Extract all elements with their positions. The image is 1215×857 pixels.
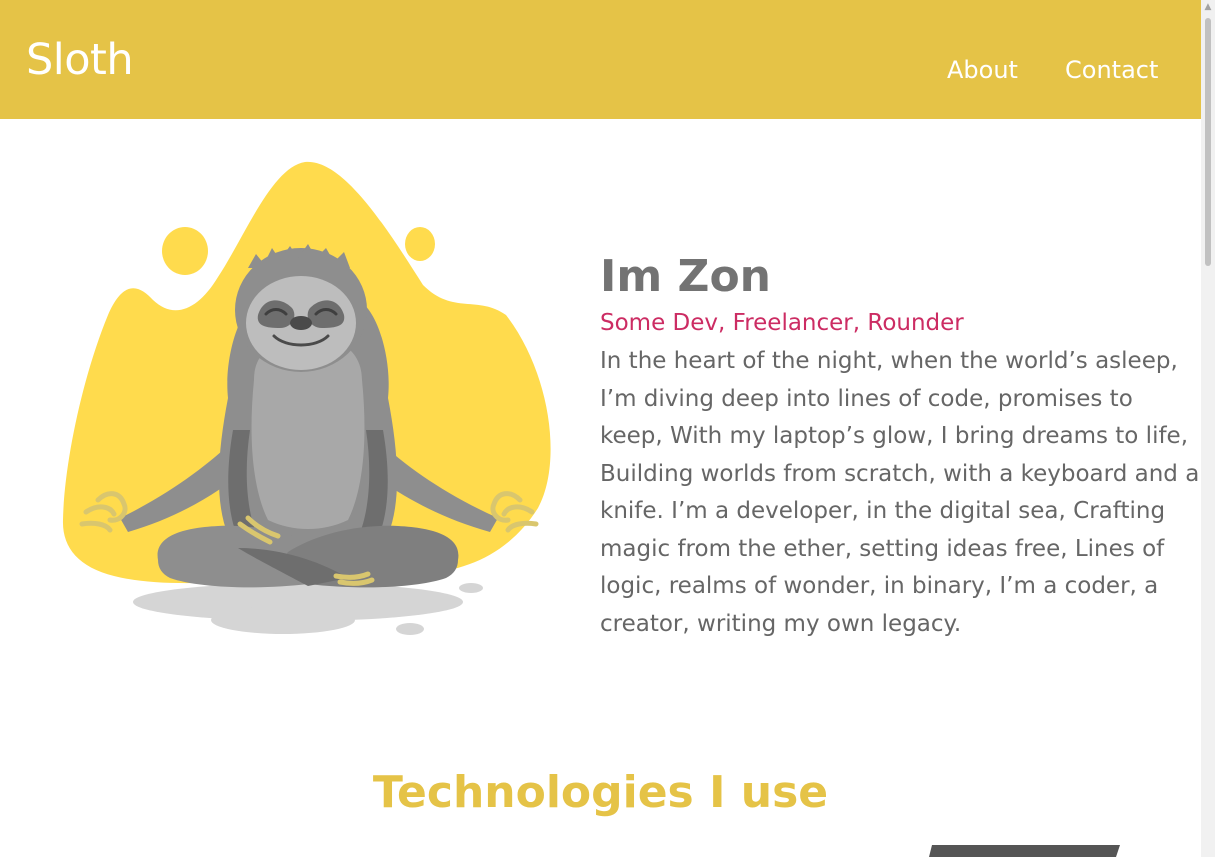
scrollbar-thumb[interactable]: [1205, 18, 1211, 266]
page: Sloth About Contact Im Zon Some Dev, Fre…: [0, 0, 1215, 857]
nav-link-contact[interactable]: Contact: [1065, 54, 1158, 86]
intro-section: Im Zon Some Dev, Freelancer, Rounder In …: [600, 247, 1201, 643]
intro-bio: In the heart of the night, when the worl…: [600, 348, 1200, 637]
ground-shadow-lower: [211, 606, 355, 634]
technologies-title: Technologies I use: [372, 767, 829, 818]
sloth-illustration: [62, 161, 551, 635]
brand-logo[interactable]: Sloth: [26, 32, 134, 88]
sloth-nose: [290, 316, 312, 330]
flame-drop-left: [162, 227, 208, 275]
top-navbar: Sloth About Contact: [0, 0, 1201, 119]
technology-logo-partial: [929, 845, 1120, 857]
vertical-scrollbar[interactable]: ▲: [1201, 0, 1215, 857]
ground-shadow-dot-right: [459, 583, 483, 593]
scroll-up-icon[interactable]: ▲: [1204, 3, 1212, 12]
ground-shadow-dot-small: [396, 623, 424, 635]
intro-name: Im Zon: [600, 251, 771, 302]
intro-role: Some Dev, Freelancer, Rounder: [600, 310, 964, 336]
flame-drop-right: [405, 227, 435, 261]
nav-link-about[interactable]: About: [947, 54, 1018, 86]
